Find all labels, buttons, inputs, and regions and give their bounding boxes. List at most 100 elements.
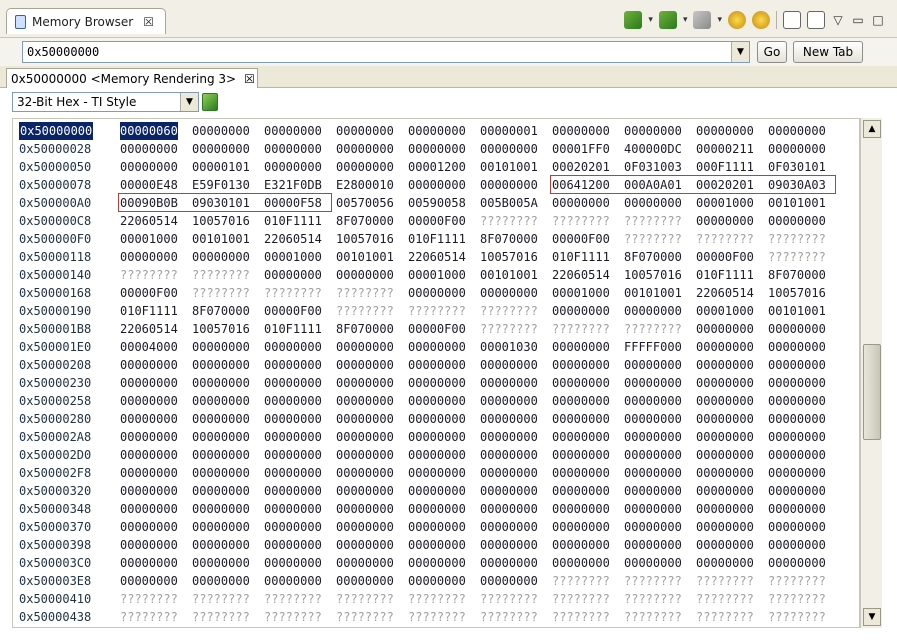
memory-cell[interactable]: 00000000 bbox=[264, 554, 322, 572]
memory-cell[interactable]: 00000000 bbox=[192, 338, 250, 356]
row-address[interactable]: 0x50000370 bbox=[19, 518, 91, 536]
memory-cell[interactable]: ???????? bbox=[768, 230, 826, 248]
memory-cell[interactable]: 00000000 bbox=[336, 446, 394, 464]
memory-cell[interactable]: ???????? bbox=[408, 590, 466, 608]
memory-cell[interactable]: ???????? bbox=[480, 302, 538, 320]
memory-cell[interactable]: ???????? bbox=[624, 608, 682, 626]
row-address[interactable]: 0x500000A0 bbox=[19, 194, 91, 212]
memory-cell[interactable]: 00020201 bbox=[552, 158, 610, 176]
memory-cell[interactable]: 00000000 bbox=[624, 392, 682, 410]
memory-cell[interactable]: 00000000 bbox=[408, 518, 466, 536]
memory-cell[interactable]: ???????? bbox=[480, 320, 538, 338]
memory-cell[interactable]: 00000000 bbox=[624, 410, 682, 428]
memory-cell[interactable]: 00000000 bbox=[696, 122, 754, 140]
memory-cell[interactable]: ???????? bbox=[192, 608, 250, 626]
memory-cell[interactable]: ???????? bbox=[120, 608, 178, 626]
memory-cell[interactable]: ???????? bbox=[696, 230, 754, 248]
memory-cell[interactable]: 00000000 bbox=[768, 428, 826, 446]
memory-cell[interactable]: 00000060 bbox=[120, 122, 178, 140]
memory-cell[interactable]: 00000000 bbox=[696, 446, 754, 464]
row-address[interactable]: 0x50000320 bbox=[19, 482, 91, 500]
memory-cell[interactable]: 00000000 bbox=[768, 392, 826, 410]
memory-cell[interactable]: 00000000 bbox=[408, 572, 466, 590]
memory-cell[interactable]: 00000000 bbox=[264, 482, 322, 500]
memory-cell[interactable]: 00000000 bbox=[768, 212, 826, 230]
memory-cell[interactable]: 00000000 bbox=[120, 536, 178, 554]
memory-cell[interactable]: 00000000 bbox=[480, 518, 538, 536]
memory-cell[interactable]: 00001000 bbox=[120, 230, 178, 248]
memory-cell[interactable]: 00000000 bbox=[336, 356, 394, 374]
memory-cell[interactable]: 00000000 bbox=[480, 446, 538, 464]
memory-cell[interactable]: 00000000 bbox=[696, 554, 754, 572]
memory-cell[interactable]: ???????? bbox=[408, 302, 466, 320]
memory-cell[interactable]: 00000000 bbox=[192, 536, 250, 554]
memory-cell[interactable]: 00000001 bbox=[480, 122, 538, 140]
memory-cell[interactable]: 00000000 bbox=[192, 428, 250, 446]
memory-grid[interactable]: 0x50000000 00000060 00000000 00000000 000000… bbox=[12, 118, 860, 628]
memory-cell[interactable]: 00000000 bbox=[120, 572, 178, 590]
memory-cell[interactable]: 00000000 bbox=[120, 158, 178, 176]
memory-cell[interactable]: 00000000 bbox=[624, 500, 682, 518]
memory-cell[interactable]: 00570056 bbox=[336, 194, 394, 212]
memory-cell[interactable]: 00000000 bbox=[696, 338, 754, 356]
memory-cell[interactable]: 00000000 bbox=[408, 284, 466, 302]
memory-cell[interactable]: 00000000 bbox=[768, 140, 826, 158]
memory-cell[interactable]: 00000000 bbox=[696, 320, 754, 338]
memory-cell[interactable]: 00000000 bbox=[552, 464, 610, 482]
memory-cell[interactable]: 8F070000 bbox=[336, 212, 394, 230]
memory-cell[interactable]: 000F1111 bbox=[696, 158, 754, 176]
memory-cell[interactable]: 00000000 bbox=[624, 194, 682, 212]
memory-cell[interactable]: 00001030 bbox=[480, 338, 538, 356]
memory-cell[interactable]: 8F070000 bbox=[624, 248, 682, 266]
memory-cell[interactable]: 00000000 bbox=[120, 428, 178, 446]
memory-cell[interactable]: 00000000 bbox=[696, 392, 754, 410]
memory-cell[interactable]: 00000000 bbox=[552, 518, 610, 536]
memory-cell[interactable]: 00000000 bbox=[480, 536, 538, 554]
memory-cell[interactable]: 00000000 bbox=[120, 446, 178, 464]
memory-cell[interactable]: 00000000 bbox=[624, 356, 682, 374]
memory-cell[interactable]: ???????? bbox=[696, 572, 754, 590]
memory-cell[interactable]: ???????? bbox=[480, 590, 538, 608]
memory-cell[interactable]: 00590058 bbox=[408, 194, 466, 212]
memory-cell[interactable]: 00000000 bbox=[336, 428, 394, 446]
memory-cell[interactable]: 00000E48 bbox=[120, 176, 178, 194]
memory-cell[interactable]: 00000000 bbox=[696, 464, 754, 482]
memory-cell[interactable]: 010F1111 bbox=[696, 266, 754, 284]
memory-cell[interactable]: 00000000 bbox=[408, 140, 466, 158]
memory-cell[interactable]: 00000000 bbox=[552, 500, 610, 518]
memory-cell[interactable]: 00000000 bbox=[552, 122, 610, 140]
memory-cell[interactable]: ???????? bbox=[624, 212, 682, 230]
memory-cell[interactable]: 00000000 bbox=[336, 122, 394, 140]
row-address[interactable]: 0x50000348 bbox=[19, 500, 91, 518]
memory-cell[interactable]: 00000000 bbox=[336, 266, 394, 284]
memory-cell[interactable]: 00101001 bbox=[768, 194, 826, 212]
memory-cell[interactable]: 010F1111 bbox=[264, 320, 322, 338]
memory-cell[interactable]: 22060514 bbox=[120, 320, 178, 338]
memory-cell[interactable]: 00000000 bbox=[192, 518, 250, 536]
row-address[interactable]: 0x500003C0 bbox=[19, 554, 91, 572]
row-address[interactable]: 0x50000230 bbox=[19, 374, 91, 392]
row-address[interactable]: 0x50000118 bbox=[19, 248, 91, 266]
memory-cell[interactable]: ???????? bbox=[408, 608, 466, 626]
memory-cell[interactable]: 010F1111 bbox=[552, 248, 610, 266]
memory-cell[interactable]: 22060514 bbox=[120, 212, 178, 230]
memory-cell[interactable]: 00000000 bbox=[768, 122, 826, 140]
memory-cell[interactable]: ???????? bbox=[552, 608, 610, 626]
memory-cell[interactable]: ???????? bbox=[336, 284, 394, 302]
row-address[interactable]: 0x500002D0 bbox=[19, 446, 91, 464]
format-select[interactable]: 32-Bit Hex - TI Style bbox=[12, 92, 199, 112]
memory-cell[interactable]: 10057016 bbox=[480, 248, 538, 266]
memory-cell[interactable]: ???????? bbox=[264, 284, 322, 302]
memory-cell[interactable]: 00000000 bbox=[552, 554, 610, 572]
view-menu-icon[interactable]: ▽ bbox=[831, 13, 845, 27]
memory-cell[interactable]: 00000000 bbox=[120, 140, 178, 158]
memory-cell[interactable]: 10057016 bbox=[336, 230, 394, 248]
memory-cell[interactable]: 00000000 bbox=[408, 464, 466, 482]
memory-cell[interactable]: 00000000 bbox=[552, 302, 610, 320]
refresh-icon[interactable] bbox=[202, 93, 218, 111]
memory-cell[interactable]: 00101001 bbox=[336, 248, 394, 266]
memory-cell[interactable]: 010F1111 bbox=[120, 302, 178, 320]
memory-cell[interactable]: 09030A03 bbox=[768, 176, 826, 194]
memory-cell[interactable]: 00000000 bbox=[696, 518, 754, 536]
memory-cell[interactable]: 00000101 bbox=[192, 158, 250, 176]
